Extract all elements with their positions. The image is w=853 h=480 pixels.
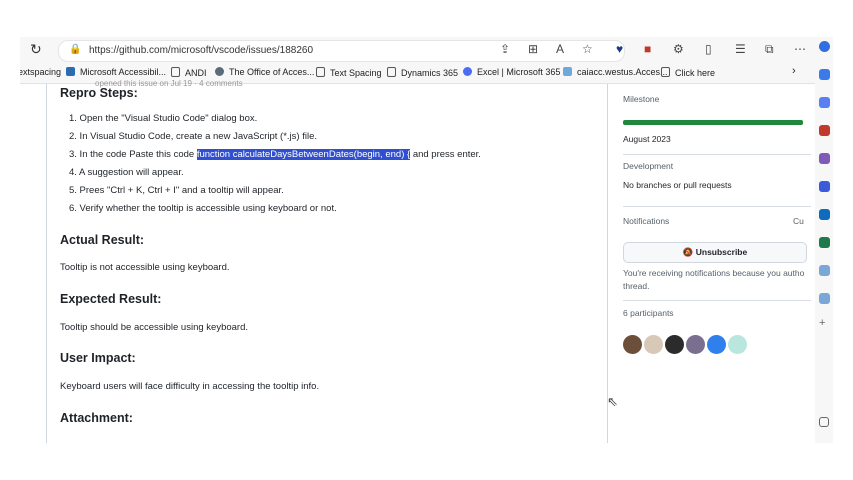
chevron-right-icon[interactable]: › bbox=[792, 65, 796, 77]
step-text: 3. In the code Paste this code bbox=[69, 149, 195, 160]
search-icon[interactable] bbox=[819, 69, 830, 80]
favorite-item[interactable]: Excel | Microsoft 365 bbox=[463, 67, 560, 77]
seal-icon bbox=[215, 67, 224, 76]
avatar[interactable] bbox=[728, 335, 747, 354]
extension-heart-icon[interactable]: ♥ bbox=[616, 42, 623, 56]
apps-icon[interactable]: ⊞ bbox=[528, 42, 538, 56]
unsubscribe-button[interactable]: 🔕 Unsubscribe bbox=[623, 242, 807, 263]
favorite-item[interactable]: Dynamics 365 bbox=[387, 67, 458, 78]
selected-code: function calculateDaysBetweenDates(begin… bbox=[196, 149, 411, 160]
drop-icon[interactable] bbox=[819, 237, 830, 248]
address-bar-row: ↻ 🔒 https://github.com/microsoft/vscode/… bbox=[20, 37, 833, 63]
actual-heading: Actual Result: bbox=[60, 233, 145, 247]
issue-sidebar: Milestone August 2023 Development No bra… bbox=[616, 84, 811, 443]
list-item: 6. Verify whether the tooltip is accessi… bbox=[69, 203, 337, 214]
avatar[interactable] bbox=[686, 335, 705, 354]
outlook-icon[interactable] bbox=[819, 209, 830, 220]
games-icon[interactable] bbox=[819, 181, 830, 192]
avatar[interactable] bbox=[707, 335, 726, 354]
expected-heading: Expected Result: bbox=[60, 292, 162, 306]
issue-body: opened this issue on Jul 19 · 4 comments… bbox=[46, 79, 618, 443]
development-value: No branches or pull requests bbox=[623, 180, 732, 190]
favorite-item[interactable]: ANDI bbox=[171, 67, 207, 78]
development-label: Development bbox=[623, 161, 674, 171]
bell-slash-icon: 🔕 bbox=[682, 247, 694, 257]
github-issue-page: opened this issue on Jul 19 · 4 comments… bbox=[20, 79, 815, 443]
add-icon[interactable]: + bbox=[819, 317, 830, 329]
url-text[interactable]: https://github.com/microsoft/vscode/issu… bbox=[89, 45, 313, 56]
list-item: 1. Open the "Visual Studio Code" dialog … bbox=[69, 113, 258, 124]
unsubscribe-label: Unsubscribe bbox=[695, 247, 748, 257]
sidebar-toggle-icon[interactable] bbox=[819, 417, 829, 427]
address-bar[interactable]: 🔒 https://github.com/microsoft/vscode/is… bbox=[58, 40, 625, 62]
tools-icon[interactable] bbox=[819, 153, 830, 164]
step-tail: and press enter. bbox=[412, 149, 481, 160]
discover-icon[interactable] bbox=[819, 97, 830, 108]
favorite-item[interactable]: Click here bbox=[661, 67, 715, 78]
lock-icon[interactable]: 🔒 bbox=[69, 44, 81, 55]
page-icon bbox=[661, 67, 670, 77]
shopping-icon[interactable] bbox=[819, 125, 830, 136]
excel-icon bbox=[463, 67, 472, 76]
app-icon[interactable] bbox=[819, 293, 830, 304]
favorites-icon[interactable]: ☰ bbox=[735, 42, 746, 56]
impact-heading: User Impact: bbox=[60, 351, 136, 365]
list-item: 2. In Visual Studio Code, create a new J… bbox=[69, 131, 318, 142]
collections-icon[interactable]: ⧉ bbox=[765, 42, 774, 57]
page-icon bbox=[171, 67, 180, 77]
app-icon[interactable] bbox=[819, 265, 830, 276]
notifications-text: You're receiving notifications because y… bbox=[623, 268, 805, 278]
page-icon bbox=[316, 67, 325, 77]
favorite-item[interactable]: The Office of Acces... bbox=[215, 67, 314, 77]
list-item: 5. Prees "Ctrl + K, Ctrl + I" and a tool… bbox=[69, 185, 284, 196]
participants-label: 6 participants bbox=[623, 308, 674, 318]
notifications-text: thread. bbox=[623, 281, 650, 291]
list-item: 3. In the code Paste this code function … bbox=[69, 149, 481, 160]
favorite-star-icon[interactable]: ☆ bbox=[582, 42, 593, 56]
divider bbox=[623, 206, 811, 207]
more-icon[interactable]: ⋯ bbox=[794, 42, 806, 56]
favorite-item[interactable]: Text Spacing bbox=[316, 67, 382, 78]
favorite-item[interactable]: caiacc.westus.Acces... bbox=[563, 67, 668, 77]
participants-avatars bbox=[623, 335, 749, 359]
favorite-item[interactable]: Microsoft Accessibil... bbox=[66, 67, 166, 77]
attachment-heading: Attachment: bbox=[60, 411, 133, 425]
favorite-item[interactable]: extspacing bbox=[20, 67, 61, 77]
share-icon[interactable]: ⇪ bbox=[500, 42, 510, 56]
edge-sidebar: + bbox=[815, 37, 833, 443]
expected-text: Tooltip should be accessible using keybo… bbox=[60, 322, 249, 333]
customize-link[interactable]: Cu bbox=[793, 216, 804, 226]
site-icon bbox=[66, 67, 75, 76]
split-screen-icon[interactable]: ▯ bbox=[705, 42, 712, 56]
divider bbox=[623, 154, 811, 155]
site-icon bbox=[563, 67, 572, 76]
reload-icon[interactable]: ↻ bbox=[30, 41, 42, 58]
extension-icon[interactable]: ■ bbox=[644, 42, 651, 56]
divider bbox=[623, 300, 811, 301]
list-item: 4. A suggestion will appear. bbox=[69, 167, 184, 178]
browser-window: ↻ 🔒 https://github.com/microsoft/vscode/… bbox=[20, 37, 833, 443]
avatar[interactable] bbox=[623, 335, 642, 354]
milestone-label: Milestone bbox=[623, 94, 660, 104]
milestone-progress bbox=[623, 120, 803, 125]
avatar[interactable] bbox=[665, 335, 684, 354]
impact-text: Keyboard users will face difficulty in a… bbox=[60, 381, 320, 392]
milestone-value[interactable]: August 2023 bbox=[623, 134, 671, 144]
copilot-icon[interactable] bbox=[819, 41, 830, 52]
extensions-icon[interactable]: ⚙ bbox=[673, 42, 684, 56]
read-aloud-icon[interactable]: A bbox=[556, 42, 564, 56]
page-icon bbox=[387, 67, 396, 77]
avatar[interactable] bbox=[644, 335, 663, 354]
repro-heading: Repro Steps: bbox=[60, 86, 138, 100]
actual-text: Tooltip is not accessible using keyboard… bbox=[60, 262, 230, 273]
notifications-label: Notifications bbox=[623, 216, 670, 226]
